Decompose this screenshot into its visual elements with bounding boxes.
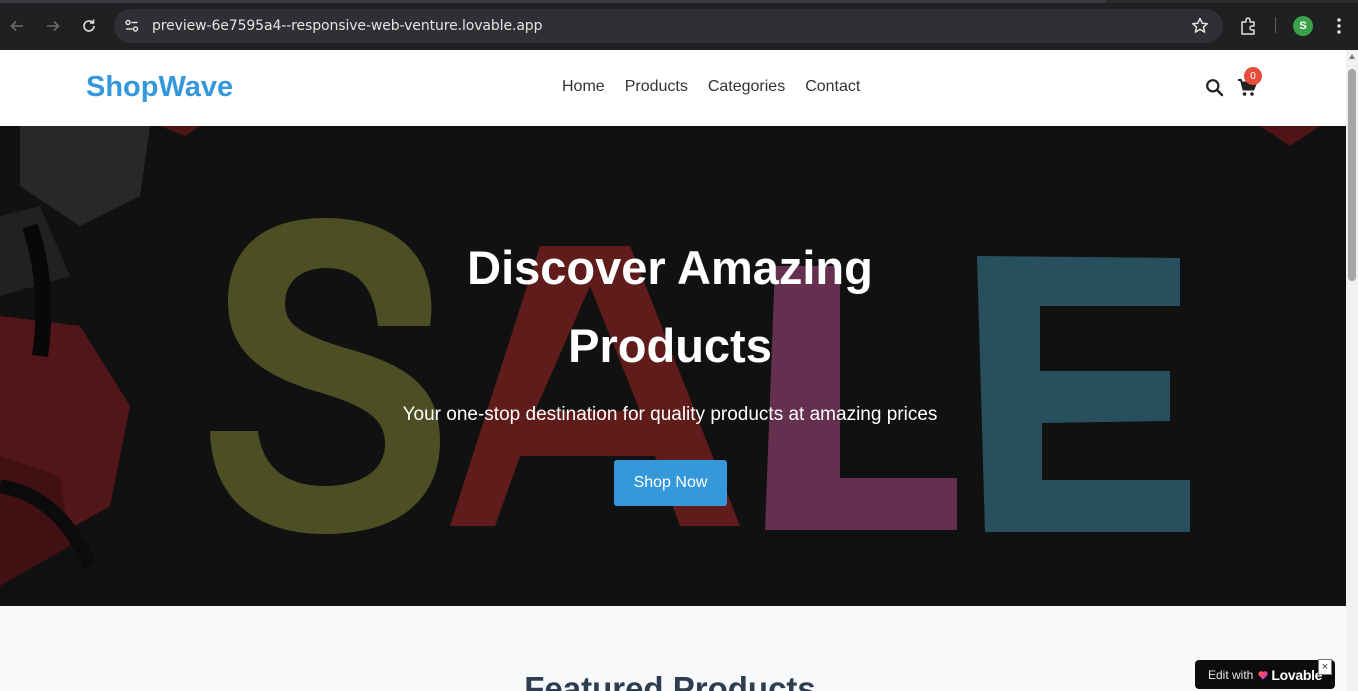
active-tab-edge	[0, 0, 1106, 3]
search-icon[interactable]	[1205, 78, 1224, 97]
hero-banner: Discover Amazing Products Your one-stop …	[0, 126, 1346, 606]
hero-subtitle: Your one-stop destination for quality pr…	[402, 404, 938, 425]
main-nav: Home Products Categories Contact	[562, 78, 860, 96]
browser-toolbar: preview-6e7595a4--responsive-web-venture…	[0, 0, 1358, 50]
forward-icon[interactable]	[41, 14, 65, 38]
extensions-icon[interactable]	[1238, 15, 1260, 37]
page-scrollbar[interactable]	[1346, 50, 1358, 691]
nav-categories[interactable]: Categories	[708, 78, 785, 96]
nav-home[interactable]: Home	[562, 78, 605, 96]
tab-strip-edge	[0, 0, 1358, 3]
nav-products[interactable]: Products	[625, 78, 688, 96]
back-icon[interactable]	[5, 14, 29, 38]
page-viewport: ShopWave Home Products Categories Contac…	[0, 50, 1346, 691]
profile-avatar[interactable]: S	[1293, 16, 1313, 36]
cart-count-badge: 0	[1244, 67, 1262, 85]
hero-title: Discover Amazing Products	[370, 229, 970, 385]
url-text[interactable]: preview-6e7595a4--responsive-web-venture…	[152, 18, 542, 34]
lovable-brand: Lovable	[1271, 666, 1323, 683]
hero-title-line1: Discover Amazing	[467, 241, 873, 294]
nav-contact[interactable]: Contact	[805, 78, 860, 96]
site-logo[interactable]: ShopWave	[86, 71, 233, 104]
lovable-edit-text: Edit with	[1208, 667, 1254, 682]
featured-products-title: Featured Products	[524, 670, 816, 691]
site-settings-icon[interactable]	[123, 17, 141, 35]
toolbar-divider	[1275, 17, 1276, 33]
shop-now-button[interactable]: Shop Now	[614, 460, 727, 506]
edit-with-lovable-badge[interactable]: Edit with Lovable	[1195, 660, 1335, 689]
bookmark-star-icon[interactable]	[1190, 16, 1210, 36]
address-bar[interactable]: preview-6e7595a4--responsive-web-venture…	[114, 9, 1223, 43]
reload-icon[interactable]	[77, 14, 101, 38]
hero-title-line2: Products	[568, 319, 772, 372]
menu-dots-icon[interactable]	[1330, 16, 1348, 36]
scroll-up-arrow-icon[interactable]	[1349, 54, 1355, 59]
lovable-heart-icon	[1258, 670, 1268, 679]
site-header: ShopWave Home Products Categories Contac…	[0, 50, 1346, 126]
scrollbar-thumb[interactable]	[1348, 69, 1356, 281]
lovable-close-button[interactable]: ×	[1318, 659, 1332, 675]
